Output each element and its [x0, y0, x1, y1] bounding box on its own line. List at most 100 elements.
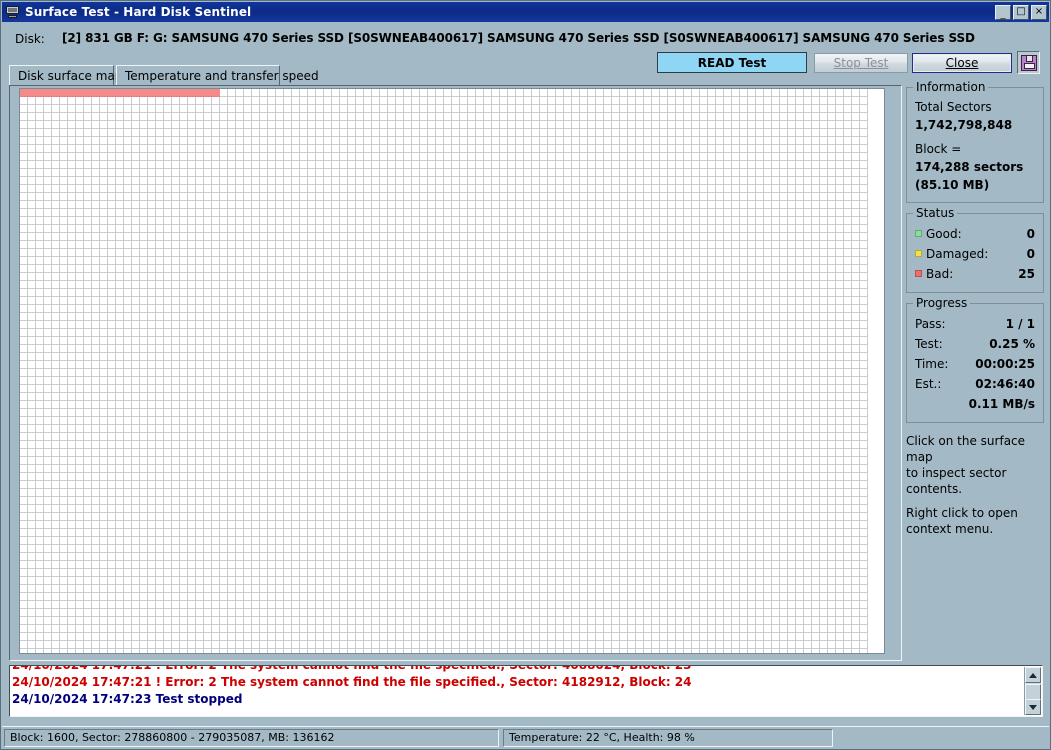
surface-map-cell[interactable]: [508, 385, 516, 393]
surface-map-cell[interactable]: [764, 105, 772, 113]
surface-map-cell[interactable]: [548, 433, 556, 441]
surface-map-cell[interactable]: [564, 305, 572, 313]
surface-map-cell[interactable]: [708, 409, 716, 417]
surface-map-cell[interactable]: [484, 457, 492, 465]
surface-map-cell[interactable]: [52, 105, 60, 113]
surface-map-cell[interactable]: [492, 97, 500, 105]
surface-map-cell[interactable]: [860, 137, 868, 145]
surface-map-cell[interactable]: [116, 385, 124, 393]
surface-map-cell[interactable]: [732, 201, 740, 209]
surface-map-cell[interactable]: [540, 417, 548, 425]
surface-map-cell[interactable]: [340, 441, 348, 449]
surface-map-cell[interactable]: [220, 89, 228, 97]
surface-map-cell[interactable]: [716, 289, 724, 297]
surface-map-cell[interactable]: [292, 113, 300, 121]
surface-map-cell[interactable]: [252, 425, 260, 433]
surface-map-cell[interactable]: [852, 297, 860, 305]
surface-map-cell[interactable]: [580, 441, 588, 449]
surface-map-cell[interactable]: [372, 441, 380, 449]
surface-map-cell[interactable]: [196, 169, 204, 177]
surface-map-cell[interactable]: [60, 337, 68, 345]
surface-map-cell[interactable]: [844, 409, 852, 417]
surface-map-cell[interactable]: [612, 137, 620, 145]
surface-map-cell[interactable]: [540, 401, 548, 409]
surface-map-cell[interactable]: [596, 121, 604, 129]
surface-map-cell[interactable]: [740, 137, 748, 145]
surface-map-cell[interactable]: [524, 409, 532, 417]
surface-map-cell[interactable]: [428, 137, 436, 145]
surface-map-cell[interactable]: [100, 433, 108, 441]
surface-map-cell[interactable]: [772, 321, 780, 329]
surface-map-cell[interactable]: [692, 97, 700, 105]
surface-map-cell[interactable]: [468, 265, 476, 273]
surface-map-cell[interactable]: [532, 169, 540, 177]
surface-map-cell[interactable]: [188, 241, 196, 249]
surface-map-cell[interactable]: [68, 305, 76, 313]
surface-map-cell[interactable]: [572, 193, 580, 201]
surface-map-cell[interactable]: [820, 97, 828, 105]
surface-map-cell[interactable]: [620, 241, 628, 249]
surface-map-cell[interactable]: [596, 417, 604, 425]
surface-map-cell[interactable]: [780, 337, 788, 345]
surface-map-cell[interactable]: [580, 161, 588, 169]
surface-map-cell[interactable]: [212, 153, 220, 161]
surface-map-cell[interactable]: [268, 409, 276, 417]
surface-map-cell[interactable]: [852, 105, 860, 113]
surface-map-cell[interactable]: [772, 121, 780, 129]
surface-map-cell[interactable]: [476, 169, 484, 177]
surface-map-cell[interactable]: [388, 121, 396, 129]
surface-map-cell[interactable]: [564, 137, 572, 145]
surface-map-cell[interactable]: [500, 297, 508, 305]
surface-map-cell[interactable]: [116, 337, 124, 345]
surface-map-cell[interactable]: [276, 209, 284, 217]
surface-map-cell[interactable]: [684, 409, 692, 417]
surface-map-cell[interactable]: [660, 161, 668, 169]
surface-map-cell[interactable]: [796, 233, 804, 241]
surface-map-cell[interactable]: [236, 417, 244, 425]
surface-map-cell[interactable]: [564, 161, 572, 169]
surface-map-cell[interactable]: [356, 177, 364, 185]
surface-map-cell[interactable]: [300, 329, 308, 337]
surface-map-cell[interactable]: [756, 265, 764, 273]
surface-map-cell[interactable]: [220, 209, 228, 217]
surface-map-cell[interactable]: [444, 441, 452, 449]
surface-map-cell[interactable]: [500, 361, 508, 369]
surface-map-cell[interactable]: [324, 113, 332, 121]
surface-map-cell[interactable]: [404, 241, 412, 249]
surface-map-cell[interactable]: [780, 113, 788, 121]
surface-map-cell[interactable]: [52, 297, 60, 305]
surface-map-cell[interactable]: [652, 273, 660, 281]
surface-map-cell[interactable]: [532, 137, 540, 145]
surface-map-cell[interactable]: [780, 273, 788, 281]
surface-map-cell[interactable]: [612, 209, 620, 217]
surface-map-cell[interactable]: [444, 153, 452, 161]
surface-map-cell[interactable]: [460, 353, 468, 361]
surface-map-cell[interactable]: [364, 257, 372, 265]
surface-map-cell[interactable]: [460, 329, 468, 337]
surface-map-cell[interactable]: [652, 369, 660, 377]
surface-map-cell[interactable]: [356, 281, 364, 289]
surface-map-cell[interactable]: [788, 345, 796, 353]
surface-map-cell[interactable]: [348, 353, 356, 361]
surface-map-cell[interactable]: [44, 89, 52, 97]
surface-map-cell[interactable]: [196, 425, 204, 433]
surface-map-cell[interactable]: [740, 97, 748, 105]
surface-map-cell[interactable]: [524, 249, 532, 257]
surface-map-cell[interactable]: [444, 337, 452, 345]
surface-map-cell[interactable]: [732, 177, 740, 185]
surface-map-cell[interactable]: [292, 401, 300, 409]
surface-map-cell[interactable]: [492, 385, 500, 393]
surface-map-cell[interactable]: [364, 121, 372, 129]
surface-map-cell[interactable]: [364, 329, 372, 337]
surface-map-cell[interactable]: [764, 305, 772, 313]
surface-map-cell[interactable]: [228, 121, 236, 129]
surface-map-cell[interactable]: [300, 225, 308, 233]
surface-map-cell[interactable]: [20, 177, 28, 185]
surface-map-cell[interactable]: [820, 185, 828, 193]
surface-map-cell[interactable]: [676, 153, 684, 161]
surface-map-cell[interactable]: [596, 305, 604, 313]
surface-map-cell[interactable]: [284, 265, 292, 273]
surface-map-cell[interactable]: [764, 137, 772, 145]
surface-map-cell[interactable]: [52, 449, 60, 457]
surface-map-cell[interactable]: [844, 377, 852, 385]
